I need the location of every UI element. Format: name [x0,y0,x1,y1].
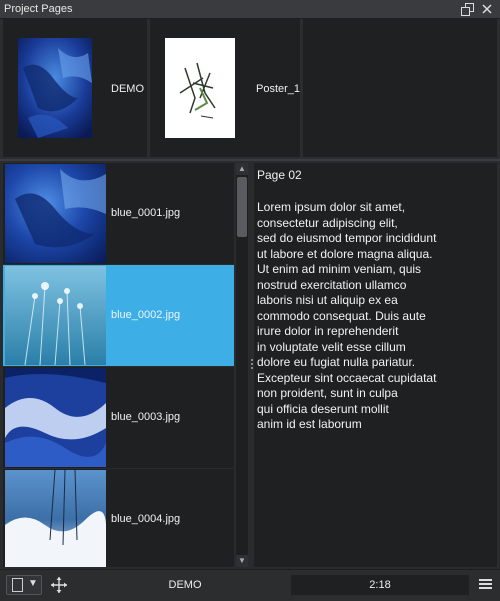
page-title: Page 02 [257,168,302,182]
page-list-scrollbar[interactable]: ▲ ▼ [236,163,248,567]
project-strip: DEMO Poster_1 [0,19,500,159]
time-display: 2:18 [291,575,469,595]
panel-titlebar: Project Pages [0,0,500,19]
horizontal-splitter[interactable] [0,159,500,161]
page-thumbnail [5,164,106,263]
list-item[interactable]: blue_0001.jpg [3,163,234,264]
list-item[interactable]: blue_0003.jpg [3,367,234,468]
page-filename: blue_0003.jpg [111,411,181,423]
page-filename: blue_0001.jpg [111,207,181,219]
project-thumbnail-poster [165,38,235,138]
page-thumbnail [5,368,106,467]
page-filename: blue_0002.jpg [111,309,181,321]
scrollbar-thumb[interactable] [237,177,247,237]
close-icon[interactable] [480,2,494,16]
float-panel-icon[interactable] [460,2,474,16]
project-tile-poster[interactable]: Poster_1 [150,19,300,157]
page-filename: blue_0004.jpg [111,513,181,525]
list-item[interactable]: blue_0004.jpg [3,469,234,567]
project-tile-demo[interactable]: DEMO [3,19,147,157]
page-detail: Page 02 Lorem ipsum dolor sit amet, cons… [254,163,497,567]
bottom-toolbar: ▼ DEMO 2:18 [0,569,500,601]
page-text: Lorem ipsum dolor sit amet, consectetur … [257,200,437,431]
project-tile-empty [303,19,497,157]
project-label: Poster_1 [256,83,301,95]
project-thumbnail-demo [18,38,92,138]
page-thumbnail [5,470,106,567]
project-label: DEMO [111,83,144,95]
scroll-up-icon[interactable]: ▲ [236,163,248,175]
page-list: blue_0001.jpg blue_0002.jpg blue_0003.jp… [3,163,234,567]
scroll-down-icon[interactable]: ▼ [236,555,248,567]
panel-title: Project Pages [4,3,73,15]
page-thumbnail [5,266,106,365]
splitter-grip-icon [251,359,253,371]
list-item-selected[interactable]: blue_0002.jpg [3,265,234,366]
menu-icon[interactable] [479,579,492,590]
